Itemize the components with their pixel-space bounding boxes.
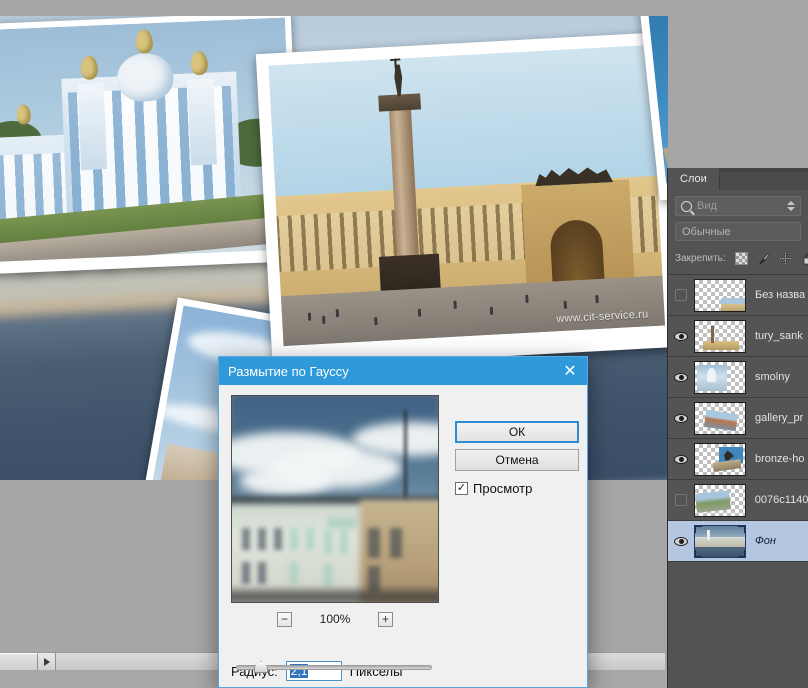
zoom-in-button[interactable]: + [378, 611, 393, 627]
layer-row[interactable]: bronze-ho [668, 439, 808, 480]
transparency-lock-icon[interactable] [734, 251, 748, 265]
blend-mode-value: Обычные [682, 225, 731, 238]
brush-lock-icon[interactable] [757, 252, 770, 265]
all-lock-icon[interactable] [801, 252, 808, 265]
layer-name: 0076c1140 [754, 494, 808, 506]
chevron-updown-icon[interactable] [787, 201, 795, 211]
dialog-title: Размытие по Гауссу [228, 363, 349, 379]
visibility-toggle[interactable] [668, 454, 694, 464]
layer-list: Без назва tury_sank smolny gallery_pr br… [668, 274, 808, 562]
layer-row[interactable]: smolny [668, 357, 808, 398]
layer-thumbnail [693, 483, 746, 517]
cancel-button[interactable]: Отмена [455, 449, 579, 471]
layer-filter-row[interactable]: Вид [675, 196, 801, 216]
layer-name: bronze-ho [755, 453, 805, 465]
visibility-toggle[interactable] [668, 536, 694, 546]
dialog-titlebar[interactable]: Размытие по Гауссу ✕ [219, 357, 587, 385]
visibility-toggle[interactable] [668, 413, 694, 423]
layer-thumbnail [694, 401, 746, 435]
layer-name: Фон [755, 535, 776, 547]
blur-preview-image[interactable] [231, 395, 439, 603]
layers-panel: Слои Вид Обычные Закрепить: Без назва tu… [667, 168, 808, 688]
layer-row[interactable]: Фон [668, 521, 808, 562]
layer-thumbnail [694, 319, 746, 353]
layer-name: smolny [755, 371, 790, 383]
visibility-toggle[interactable] [668, 289, 694, 301]
layer-thumbnail [694, 442, 746, 476]
search-icon [681, 200, 692, 212]
preview-zoom-controls: − 100% + [231, 609, 439, 629]
scroll-right-arrow-icon[interactable] [38, 653, 56, 670]
zoom-level-label: 100% [319, 612, 351, 626]
layer-row[interactable]: tury_sank [668, 316, 808, 357]
editor-window: www.cit-service.ru Размытие по Гауссу ✕ … [0, 0, 808, 688]
layer-name: gallery_pr [755, 412, 804, 424]
panel-tabs: Слои [668, 168, 808, 190]
radius-slider[interactable] [236, 660, 432, 674]
dialog-body: − 100% + Радиус: 2,1 Пикселы ОК Отмена ✓… [219, 385, 587, 687]
layer-thumbnail [694, 360, 746, 394]
gaussian-blur-dialog: Размытие по Гауссу ✕ − 100% + 2,1 Пиксел… [218, 356, 588, 688]
layer-name: Без назва [755, 289, 806, 301]
close-icon[interactable]: ✕ [553, 357, 587, 385]
visibility-toggle[interactable] [668, 331, 694, 341]
layer-row[interactable]: Без назва [668, 275, 808, 316]
layer-filter-value: Вид [697, 200, 717, 212]
layer-thumbnail [694, 278, 746, 312]
layer-thumbnail [694, 524, 746, 558]
move-lock-icon[interactable] [778, 251, 792, 265]
layer-name: tury_sank [755, 330, 803, 342]
lock-row: Закрепить: [675, 249, 808, 267]
visibility-toggle[interactable] [668, 372, 694, 382]
preview-checkbox[interactable]: ✓ Просмотр [455, 481, 532, 496]
preview-checkbox-label: Просмотр [473, 481, 533, 496]
lock-label: Закрепить: [675, 252, 726, 264]
tab-layers[interactable]: Слои [668, 168, 719, 190]
ok-button[interactable]: ОК [455, 421, 579, 443]
slider-thumb[interactable] [254, 661, 268, 673]
palace-square-photo[interactable]: www.cit-service.ru [255, 32, 668, 369]
visibility-toggle[interactable] [668, 494, 694, 506]
zoom-level-field[interactable] [0, 653, 38, 670]
layer-row[interactable]: gallery_pr [668, 398, 808, 439]
zoom-out-button[interactable]: − [277, 611, 292, 627]
blend-mode-select[interactable]: Обычные [675, 222, 801, 241]
checkbox-checked-icon: ✓ [455, 482, 468, 495]
layer-row[interactable]: 0076c1140 [668, 480, 808, 521]
tab-strip-empty [718, 172, 808, 190]
